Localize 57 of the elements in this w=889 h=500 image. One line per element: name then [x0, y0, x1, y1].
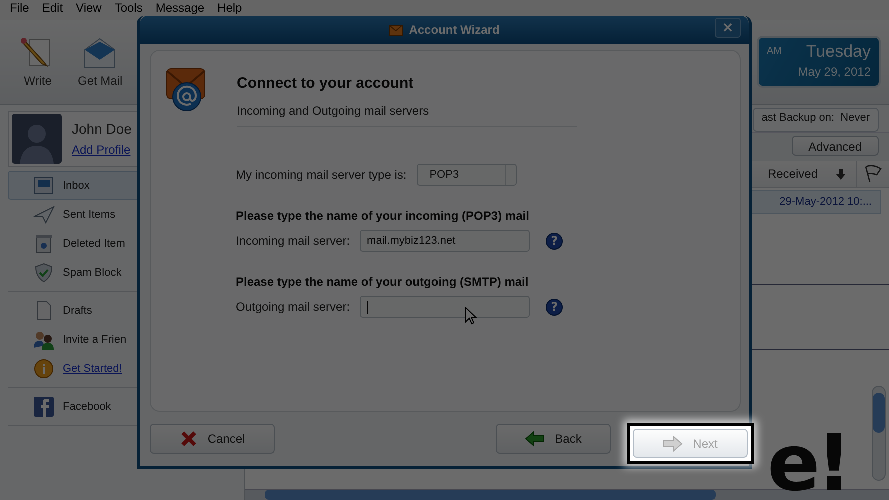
clock-ampm: AM — [767, 46, 782, 59]
received-cell-text: 29-May-2012 10:... — [780, 196, 873, 208]
clock-date: May 29, 2012 — [798, 65, 871, 79]
toolbar-button[interactable]: Get Mail — [72, 36, 129, 88]
sidebar-item[interactable]: Facebook — [8, 392, 236, 421]
close-icon — [180, 430, 198, 448]
flag-icon — [863, 165, 883, 183]
menu-item[interactable]: Help — [218, 1, 242, 15]
dialog-title: Account Wizard — [409, 23, 500, 37]
facebook-icon — [33, 396, 55, 416]
shield-check-icon — [33, 262, 55, 282]
column-header[interactable]: Received — [768, 161, 856, 187]
last-backup-label: ast Backup on: Never — [752, 108, 879, 132]
server-type-dropdown[interactable]: POP3 — [416, 164, 517, 186]
paper-plane-icon — [33, 204, 55, 224]
section-heading: Please type the name of your incoming (POP3) mail — [236, 209, 530, 223]
help-icon[interactable]: ? — [546, 232, 564, 250]
clock-day: Tuesday — [806, 42, 871, 62]
dialog-button[interactable]: Back — [496, 424, 611, 454]
trash-can-icon — [33, 234, 55, 254]
dialog-button[interactable]: Cancel — [150, 424, 275, 454]
profile-name: John Doe — [72, 121, 132, 137]
field-label: Incoming mail server: — [236, 234, 350, 248]
menu-item[interactable]: Tools — [114, 1, 143, 15]
help-icon[interactable]: ? — [546, 298, 564, 316]
field-label: Outgoing mail server: — [236, 300, 350, 314]
wizard-heading: Connect to your account — [237, 75, 415, 92]
section-heading: Please type the name of your outgoing (SMTP) mail — [236, 275, 530, 289]
field-label: My incoming mail server type is: — [236, 168, 407, 182]
menu-item[interactable]: View — [76, 1, 102, 15]
sidebar-item[interactable]: Get Started! — [8, 354, 236, 383]
toolbar-button[interactable]: Write — [14, 36, 62, 88]
mouse-pointer-icon — [465, 307, 478, 325]
sidebar-item[interactable]: Drafts — [8, 296, 236, 325]
right-arrow-icon — [663, 436, 684, 452]
inbox-tray-icon — [33, 176, 55, 196]
envelope-icon — [389, 24, 404, 36]
banner-text: e! — [768, 432, 848, 495]
left-arrow-icon — [525, 431, 546, 447]
column-header-label: Received — [768, 167, 818, 181]
avatar-silhouette — [12, 114, 62, 164]
sidebar-item[interactable]: Sent Items — [8, 200, 236, 229]
sidebar-item[interactable]: Spam Block — [8, 258, 236, 287]
menu-item[interactable]: Edit — [42, 1, 64, 15]
incoming-server-field[interactable]: mail.mybiz123.net — [360, 230, 530, 252]
vertical-scrollbar[interactable] — [872, 386, 886, 481]
menu-item[interactable]: File — [10, 1, 30, 15]
wizard-subheading: Incoming and Outgoing mail servers — [237, 104, 430, 118]
advanced-button[interactable]: Advanced — [792, 136, 879, 156]
sidebar-item[interactable]: Invite a Frien — [8, 325, 236, 354]
menu-item[interactable]: Message — [156, 1, 205, 15]
close-button[interactable]: × — [715, 18, 741, 38]
add-profile-link[interactable]: Add Profile — [72, 143, 132, 157]
sidebar-item[interactable]: Deleted Item — [8, 229, 236, 258]
envelope-icon — [82, 36, 118, 70]
people-icon — [33, 330, 55, 350]
info-icon — [33, 358, 55, 378]
